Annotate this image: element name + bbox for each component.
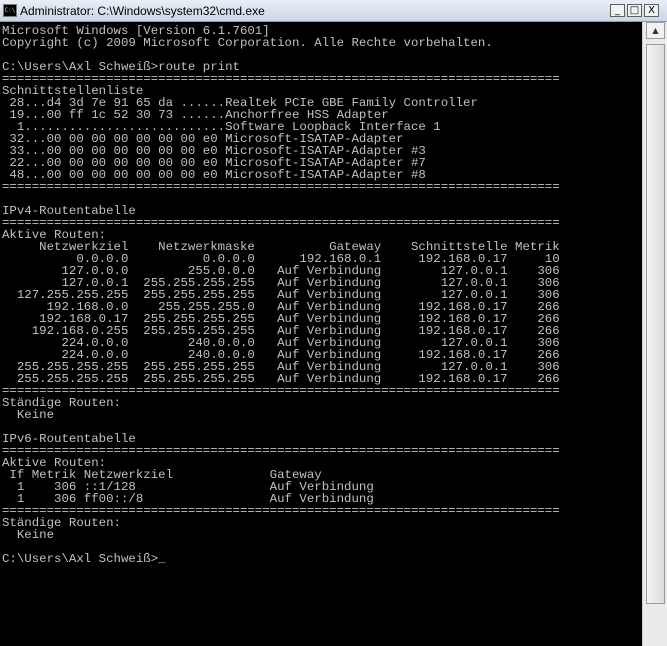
cmd-app-icon[interactable]: C:\ xyxy=(3,4,17,17)
console-output-area[interactable]: Microsoft Windows [Version 6.1.7601] Cop… xyxy=(0,22,642,646)
command-prompt: C:\Users\Axl Schweiß> xyxy=(2,552,159,566)
scroll-thumb[interactable] xyxy=(646,44,665,604)
console-output: Microsoft Windows [Version 6.1.7601] Cop… xyxy=(2,24,560,542)
close-button[interactable]: X xyxy=(644,4,659,17)
console-text[interactable]: Microsoft Windows [Version 6.1.7601] Cop… xyxy=(0,22,642,565)
cmd-window: C:\ Administrator: C:\Windows\system32\c… xyxy=(0,0,667,646)
scroll-up-button[interactable]: ▲ xyxy=(646,22,665,39)
maximize-button[interactable]: □ xyxy=(627,4,642,17)
minimize-button[interactable]: _ xyxy=(610,4,625,17)
vertical-scrollbar[interactable]: ▲ xyxy=(642,22,667,646)
window-title: Administrator: C:\Windows\system32\cmd.e… xyxy=(20,4,265,18)
text-cursor: _ xyxy=(158,552,166,566)
title-bar[interactable]: C:\ Administrator: C:\Windows\system32\c… xyxy=(0,0,667,22)
